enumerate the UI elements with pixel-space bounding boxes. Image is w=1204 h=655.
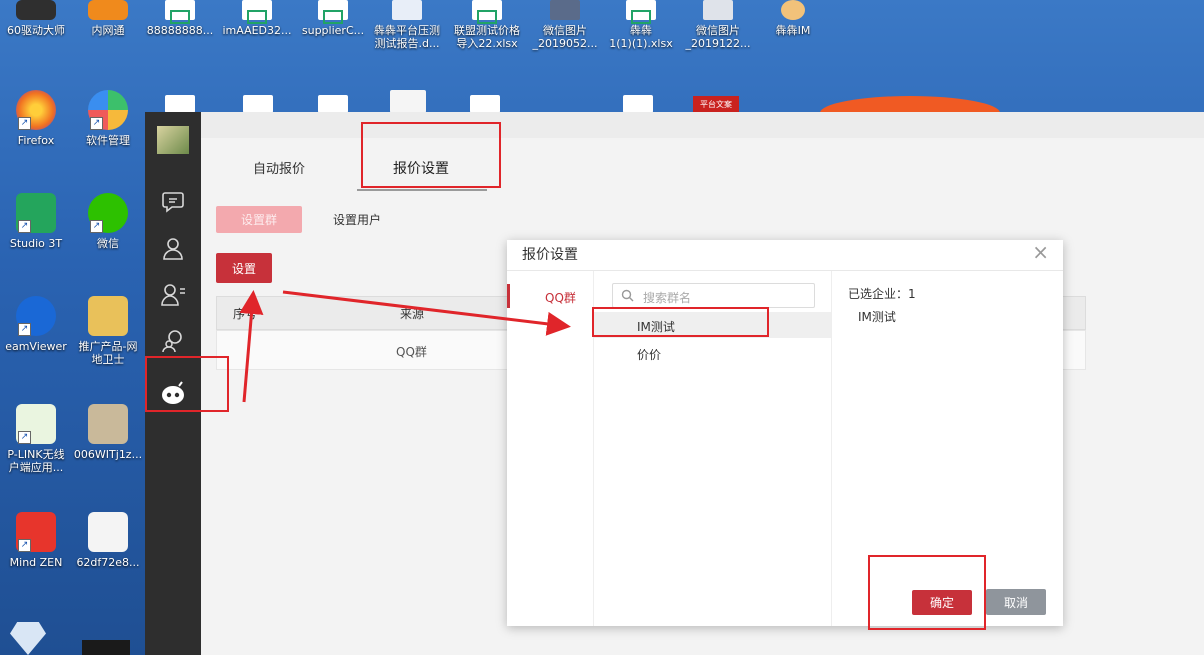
- arrow-to-group-item: [282, 290, 571, 336]
- annotation-arrows: [239, 290, 571, 403]
- arrow-to-set-button: [239, 290, 264, 403]
